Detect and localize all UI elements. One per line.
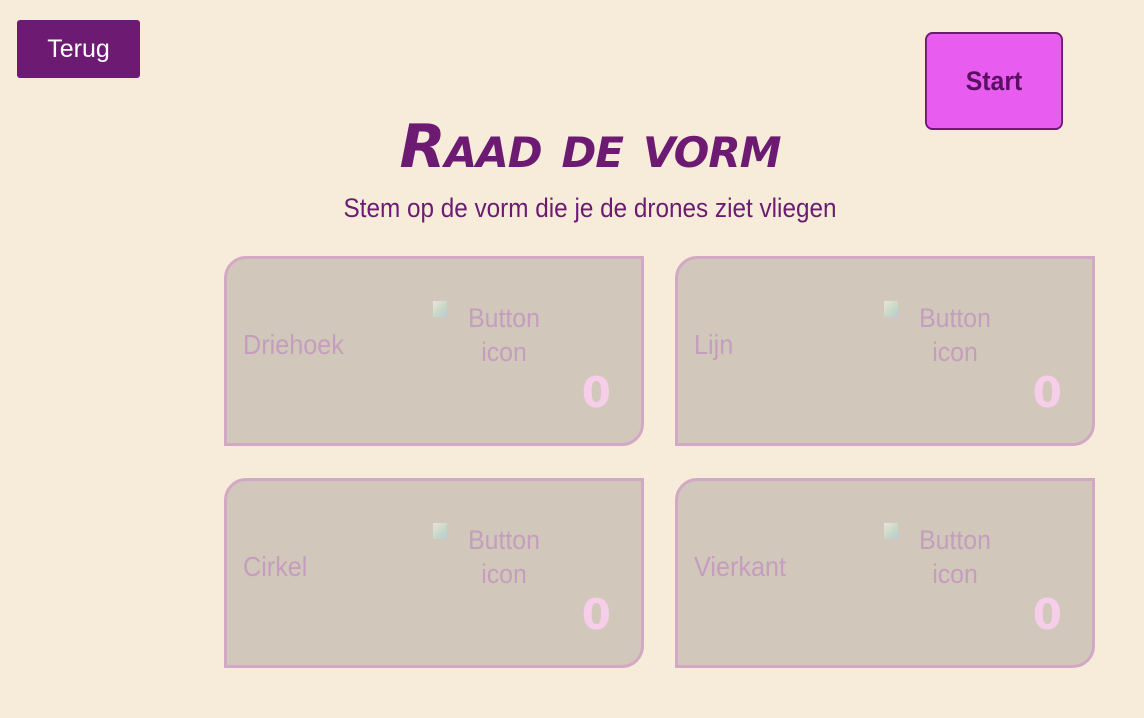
vote-option-lijn[interactable]: Lijn Button icon 0	[675, 256, 1095, 446]
page-subtitle: Stem op de vorm die je de drones ziet vl…	[343, 193, 837, 223]
icon-alt-text: Button icon	[468, 303, 540, 367]
icon-alt-text: Button icon	[919, 303, 991, 367]
vote-count: 0	[1032, 590, 1062, 639]
icon-alt-text: Button icon	[919, 525, 991, 589]
broken-image-icon	[433, 523, 447, 539]
vote-count: 0	[1032, 368, 1062, 417]
triangle-icon: Button icon	[433, 301, 553, 371]
line-icon: Button icon	[884, 301, 1004, 371]
vote-count: 0	[581, 590, 611, 639]
page-title: Raad de vorm	[399, 112, 781, 182]
icon-alt-text: Button icon	[468, 525, 540, 589]
option-label: Lijn	[694, 329, 734, 360]
option-label: Driehoek	[243, 329, 344, 360]
vote-option-vierkant[interactable]: Vierkant Button icon 0	[675, 478, 1095, 668]
broken-image-icon	[884, 523, 898, 539]
option-label: Cirkel	[243, 551, 308, 582]
back-button[interactable]: Terug	[17, 20, 140, 78]
square-icon: Button icon	[884, 523, 1004, 593]
broken-image-icon	[884, 301, 898, 317]
option-label: Vierkant	[694, 551, 786, 582]
vote-count: 0	[581, 368, 611, 417]
broken-image-icon	[433, 301, 447, 317]
circle-icon: Button icon	[433, 523, 553, 593]
vote-option-cirkel[interactable]: Cirkel Button icon 0	[224, 478, 644, 668]
vote-option-driehoek[interactable]: Driehoek Button icon 0	[224, 256, 644, 446]
